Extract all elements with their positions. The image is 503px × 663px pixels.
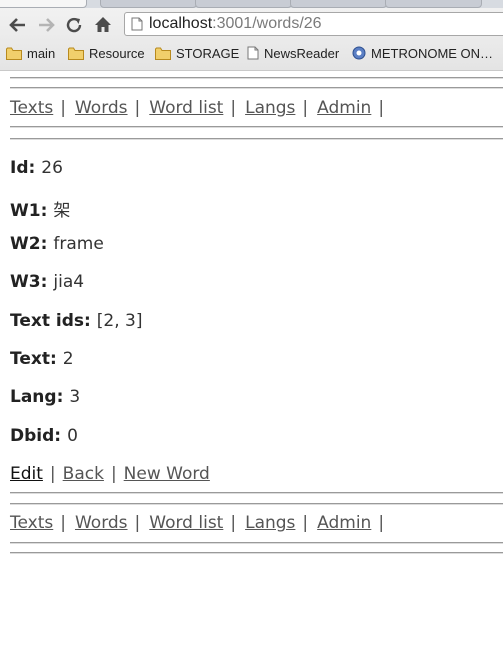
back-link[interactable]: Back [63,464,104,484]
home-icon [95,17,111,32]
url-text: localhost:3001/words/26 [149,13,322,35]
forward-arrow-icon [39,18,55,32]
field-label: W3: [10,272,48,292]
folder-icon [6,47,22,60]
nav-link-texts[interactable]: Texts [10,98,53,118]
bottom-nav-menu: Texts | Words | Word list | Langs | Admin | [10,513,393,533]
new-word-link[interactable]: New Word [124,464,210,484]
divider [10,492,503,494]
action-separator: | [49,464,56,484]
menu-separator: | [230,513,237,533]
field-value: 架 [53,201,71,221]
field-w2: W2: frame [10,234,104,254]
tab-strip [0,0,503,8]
field-text-ids: Text ids: [2, 3] [10,311,143,331]
back-arrow-icon [9,18,25,32]
divider [10,77,503,79]
menu-separator: | [134,98,141,118]
field-label: Lang: [10,387,64,407]
divider [10,138,503,140]
folder-icon [155,47,171,60]
field-dbid: Dbid: 0 [10,426,78,446]
menu-separator: | [230,98,237,118]
field-value: [2, 3] [96,311,143,331]
reload-button[interactable] [62,13,86,37]
field-label: Text ids: [10,311,91,331]
field-w1: W1: 架 [10,196,70,221]
field-label: Dbid: [10,426,62,446]
field-value: jia4 [53,272,85,292]
field-value: 3 [69,387,81,407]
divider [10,87,503,89]
browser-tab[interactable] [100,0,197,8]
nav-link-admin[interactable]: Admin [317,98,371,118]
bookmark-metronome[interactable]: METRONOME ON… [352,43,493,63]
nav-link-words[interactable]: Words [75,513,128,533]
record-actions: Edit | Back | New Word [10,464,210,484]
bookmark-storage[interactable]: STORAGE [155,43,239,63]
bookmark-label: NewsReader [264,45,340,61]
nav-link-admin[interactable]: Admin [317,513,371,533]
bookmark-label: STORAGE [176,45,240,61]
bookmark-label: main [27,45,56,61]
browser-chrome: localhost:3001/words/26 main Resource ST… [0,0,503,71]
folder-icon [68,47,84,60]
nav-link-texts[interactable]: Texts [10,513,53,533]
field-lang: Lang: 3 [10,387,80,407]
browser-tab[interactable] [290,0,387,8]
field-value: frame [53,234,104,254]
reload-icon [66,17,82,33]
menu-separator: | [378,513,385,533]
field-label: Text: [10,349,57,369]
field-value: 2 [62,349,74,369]
menu-separator: | [60,98,66,118]
nav-link-word-list[interactable]: Word list [149,513,223,533]
nav-link-langs[interactable]: Langs [245,513,295,533]
menu-separator: | [60,513,66,533]
divider [10,503,503,505]
page-icon [247,46,259,60]
bookmark-main[interactable]: main [6,43,55,63]
divider [10,542,503,544]
field-value: 0 [67,426,78,446]
divider [10,126,503,128]
top-nav-menu: Texts | Words | Word list | Langs | Admin | [10,98,393,118]
bookmark-newsreader[interactable]: NewsReader [247,43,339,63]
field-w3: W3: jia4 [10,272,84,292]
bookmark-label: METRONOME ON… [371,45,494,61]
browser-tab[interactable] [385,0,482,8]
bookmark-label: Resource [89,45,145,61]
nav-link-word-list[interactable]: Word list [149,98,223,118]
nav-link-langs[interactable]: Langs [245,98,295,118]
menu-separator: | [302,98,309,118]
field-label: W1: [10,201,48,221]
bookmark-resource[interactable]: Resource [68,43,145,63]
url-host: localhost [149,15,213,32]
field-label: W2: [10,234,48,254]
divider [10,552,503,554]
browser-tab-active[interactable] [0,0,87,8]
edit-link[interactable]: Edit [10,464,43,484]
url-path: :3001/words/26 [212,15,322,32]
action-separator: | [110,464,117,484]
field-text: Text: 2 [10,349,74,369]
navigation-row: localhost:3001/words/26 [0,10,503,40]
bookmarks-bar: main Resource STORAGE NewsReader METRONO… [0,41,503,65]
menu-separator: | [302,513,309,533]
nav-link-words[interactable]: Words [75,98,128,118]
back-button[interactable] [6,13,30,37]
address-bar[interactable]: localhost:3001/words/26 [124,12,503,36]
browser-tab[interactable] [195,0,292,8]
menu-separator: | [134,513,141,533]
field-value: 26 [41,158,63,178]
metronome-icon [352,46,366,60]
field-label: Id: [10,158,36,178]
page-icon [131,17,143,31]
forward-button[interactable] [34,13,58,37]
menu-separator: | [378,98,385,118]
field-id: Id: 26 [10,158,63,178]
home-button[interactable] [91,13,115,37]
